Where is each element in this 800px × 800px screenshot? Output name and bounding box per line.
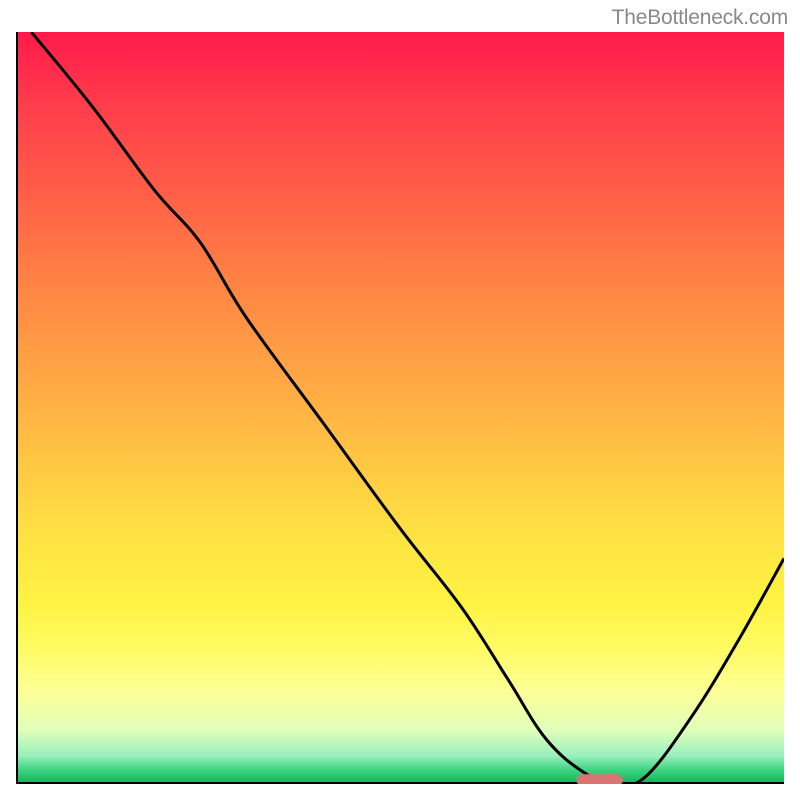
plot-gradient-background [16, 32, 784, 784]
watermark-text: TheBottleneck.com [612, 6, 788, 30]
chart-container: TheBottleneck.com [0, 0, 800, 800]
